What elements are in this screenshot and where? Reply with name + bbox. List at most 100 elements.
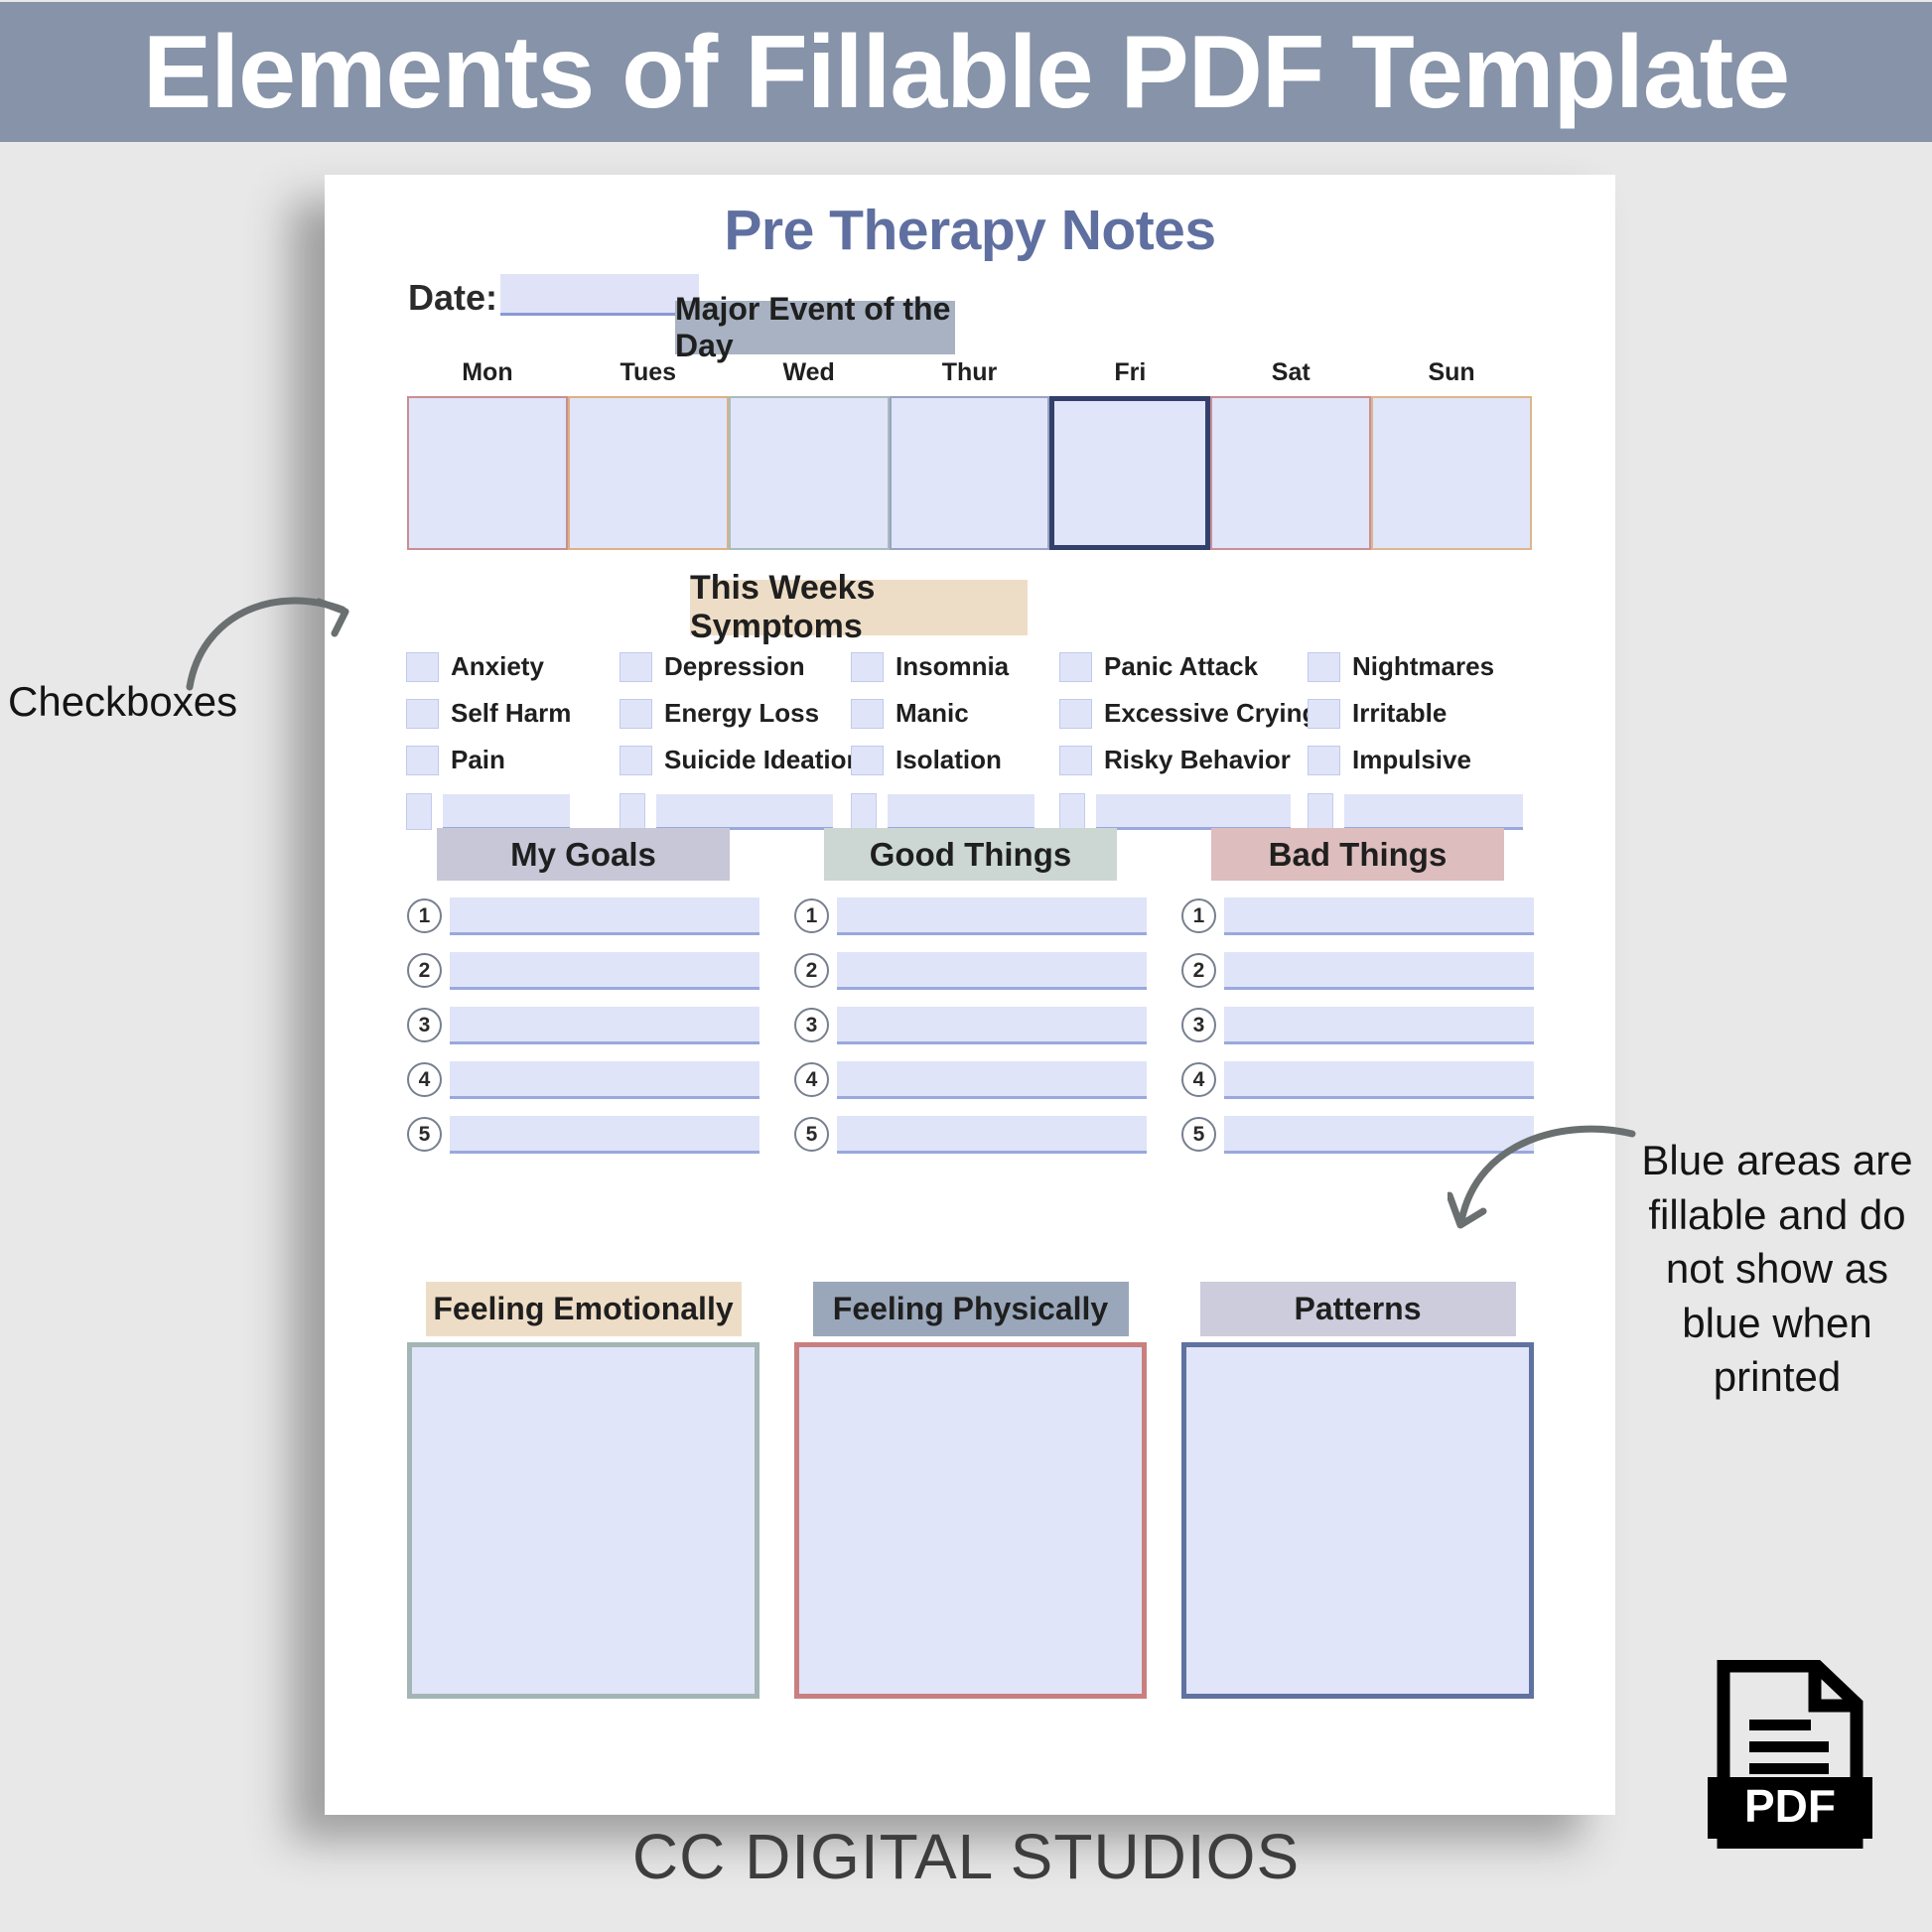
- bottom-header-feeling-emotionally: Feeling Emotionally: [425, 1282, 742, 1336]
- list-item-number: 4: [407, 1062, 442, 1097]
- symptom-custom-item-2[interactable]: [620, 793, 851, 830]
- checkbox-risky-behavior[interactable]: [1059, 745, 1092, 775]
- list-item-input-good-things-3[interactable]: [837, 1006, 1147, 1044]
- weekday-column-mon: Mon: [407, 358, 568, 550]
- symptom-custom-item-1[interactable]: [406, 793, 620, 830]
- symptom-item-panic-attack[interactable]: Panic Attack: [1059, 651, 1308, 682]
- list-item: 3: [407, 998, 759, 1052]
- checkbox-excessive-crying[interactable]: [1059, 698, 1092, 729]
- checkbox-suicide-ideation[interactable]: [620, 745, 652, 775]
- list-item-input-my-goals-3[interactable]: [450, 1006, 759, 1044]
- bottom-textarea-patterns[interactable]: [1181, 1342, 1534, 1699]
- checkbox-panic-attack[interactable]: [1059, 651, 1092, 682]
- list-item-input-good-things-1[interactable]: [837, 897, 1147, 935]
- symptom-label: Risky Behavior: [1104, 745, 1291, 774]
- bottom-boxes-section: Feeling Emotionally Feeling Physically Pat…: [407, 1282, 1534, 1699]
- symptom-label: Impulsive: [1352, 745, 1471, 774]
- symptom-label: Irritable: [1352, 698, 1448, 728]
- symptom-item-risky-behavior[interactable]: Risky Behavior: [1059, 745, 1308, 775]
- checkbox-nightmares[interactable]: [1308, 651, 1340, 682]
- weekday-input-fri[interactable]: [1049, 396, 1211, 550]
- symptom-item-depression[interactable]: Depression: [620, 651, 851, 682]
- list-item: 3: [794, 998, 1147, 1052]
- bottom-textarea-feeling-emotionally[interactable]: [407, 1342, 759, 1699]
- list-item-input-my-goals-4[interactable]: [450, 1060, 759, 1099]
- list-column-my-goals: My Goals 1 2 3 4 5: [407, 828, 759, 1162]
- checkbox-pain[interactable]: [406, 745, 439, 775]
- symptom-item-isolation[interactable]: Isolation: [851, 745, 1059, 775]
- weekday-input-sun[interactable]: [1371, 396, 1533, 550]
- symptom-label: Depression: [664, 651, 805, 681]
- list-item-number: 5: [1181, 1117, 1216, 1152]
- symptom-label: Suicide Ideation: [664, 745, 863, 774]
- symptom-item-self-harm[interactable]: Self Harm: [406, 698, 620, 729]
- checkbox-irritable[interactable]: [1308, 698, 1340, 729]
- symptom-item-insomnia[interactable]: Insomnia: [851, 651, 1059, 682]
- checkbox-custom-4[interactable]: [1059, 793, 1085, 830]
- weekday-column-fri: Fri: [1049, 358, 1211, 550]
- list-item-number: 5: [794, 1117, 829, 1152]
- document-title: Pre Therapy Notes: [724, 199, 1216, 262]
- weekday-input-sat[interactable]: [1210, 396, 1372, 550]
- weekday-input-thur[interactable]: [889, 396, 1050, 550]
- symptom-label: Insomnia: [896, 651, 1010, 681]
- symptom-row: Anxiety Depression Insomnia Panic Attack Nig…: [406, 647, 1536, 686]
- symptom-item-energy-loss[interactable]: Energy Loss: [620, 698, 851, 729]
- list-item: 2: [407, 943, 759, 998]
- checkbox-depression[interactable]: [620, 651, 652, 682]
- weekday-label: Tues: [620, 358, 677, 386]
- checkbox-anxiety[interactable]: [406, 651, 439, 682]
- checkbox-self-harm[interactable]: [406, 698, 439, 729]
- date-input[interactable]: [500, 274, 700, 316]
- symptom-custom-item-3[interactable]: [851, 793, 1059, 830]
- symptom-custom-input-5[interactable]: [1344, 793, 1523, 830]
- symptom-row: Self Harm Energy Loss Manic Excessive Cryin…: [406, 694, 1536, 733]
- list-item-input-my-goals-1[interactable]: [450, 897, 759, 935]
- checkbox-impulsive[interactable]: [1308, 745, 1340, 775]
- checkbox-custom-2[interactable]: [620, 793, 645, 830]
- weekday-input-mon[interactable]: [407, 396, 568, 550]
- annotation-checkboxes: Checkboxes: [8, 675, 306, 730]
- list-item-input-bad-things-2[interactable]: [1224, 951, 1534, 990]
- checkbox-custom-5[interactable]: [1308, 793, 1333, 830]
- weekday-label: Fri: [1114, 358, 1147, 386]
- symptom-item-manic[interactable]: Manic: [851, 698, 1059, 729]
- checkbox-custom-1[interactable]: [406, 793, 432, 830]
- bottom-column-patterns: Patterns: [1181, 1282, 1534, 1699]
- symptom-custom-input-3[interactable]: [888, 793, 1035, 830]
- list-item-input-my-goals-5[interactable]: [450, 1115, 759, 1154]
- symptom-custom-item-5[interactable]: [1308, 793, 1536, 830]
- list-item-input-bad-things-1[interactable]: [1224, 897, 1534, 935]
- weekday-column-sun: Sun: [1371, 358, 1533, 550]
- bottom-header-feeling-physically: Feeling Physically: [812, 1282, 1129, 1336]
- checkbox-isolation[interactable]: [851, 745, 884, 775]
- list-item-input-good-things-4[interactable]: [837, 1060, 1147, 1099]
- symptom-item-excessive-crying[interactable]: Excessive Crying: [1059, 698, 1317, 729]
- symptom-custom-item-4[interactable]: [1059, 793, 1308, 830]
- checkbox-energy-loss[interactable]: [620, 698, 652, 729]
- list-item: 3: [1181, 998, 1534, 1052]
- bottom-textarea-feeling-physically[interactable]: [794, 1342, 1147, 1699]
- list-item-input-good-things-5[interactable]: [837, 1115, 1147, 1154]
- checkbox-insomnia[interactable]: [851, 651, 884, 682]
- symptom-item-impulsive[interactable]: Impulsive: [1308, 745, 1536, 775]
- weekday-input-tues[interactable]: [567, 396, 729, 550]
- symptom-item-anxiety[interactable]: Anxiety: [406, 651, 620, 682]
- list-header-my-goals: My Goals: [437, 828, 730, 881]
- symptom-item-pain[interactable]: Pain: [406, 745, 620, 775]
- checkbox-custom-3[interactable]: [851, 793, 877, 830]
- checkbox-manic[interactable]: [851, 698, 884, 729]
- symptom-item-nightmares[interactable]: Nightmares: [1308, 651, 1536, 682]
- symptom-custom-input-2[interactable]: [656, 793, 833, 830]
- symptom-item-suicide-ideation[interactable]: Suicide Ideation: [620, 745, 862, 775]
- list-item-input-bad-things-3[interactable]: [1224, 1006, 1534, 1044]
- bottom-column-feeling-emotionally: Feeling Emotionally: [407, 1282, 759, 1699]
- symptom-custom-input-4[interactable]: [1096, 793, 1291, 830]
- list-item-input-good-things-2[interactable]: [837, 951, 1147, 990]
- weekday-label: Wed: [782, 358, 835, 386]
- symptom-custom-input-1[interactable]: [443, 793, 570, 830]
- list-item-input-my-goals-2[interactable]: [450, 951, 759, 990]
- list-item-input-bad-things-4[interactable]: [1224, 1060, 1534, 1099]
- symptom-item-irritable[interactable]: Irritable: [1308, 698, 1536, 729]
- weekday-input-wed[interactable]: [728, 396, 890, 550]
